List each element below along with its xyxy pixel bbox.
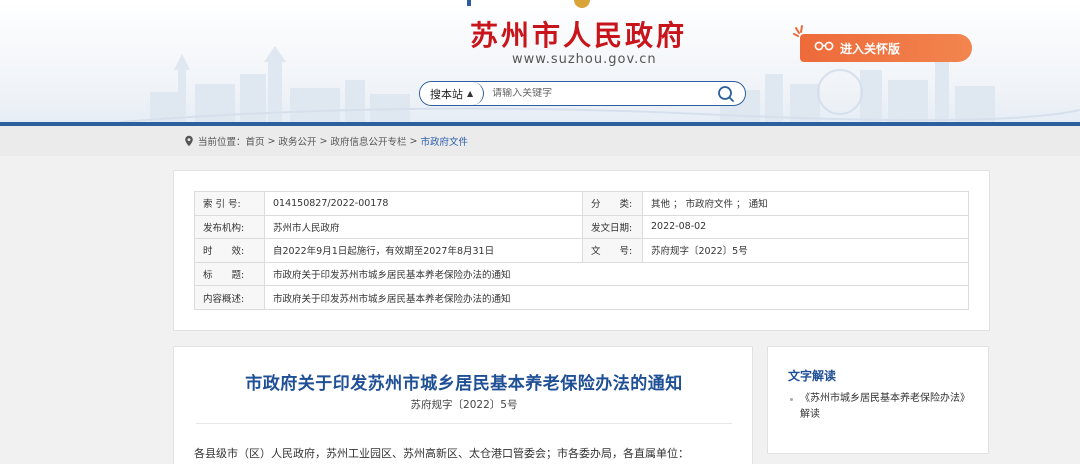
index-label: 索 引 号: xyxy=(194,191,265,216)
table-row: 内容概述: 市政府关于印发苏州市城乡居民基本养老保险办法的通知 xyxy=(194,285,969,310)
validity-label: 时 效: xyxy=(194,238,265,263)
interpretation-link[interactable]: 《苏州市城乡居民基本养老保险办法》解读 xyxy=(790,391,975,423)
breadcrumb-current[interactable]: 市政府文件 xyxy=(420,134,468,148)
title-value: 市政府关于印发苏州市城乡居民基本养老保险办法的通知 xyxy=(264,261,969,287)
breadcrumb-separator: > xyxy=(319,135,328,147)
metadata-table: 索 引 号: 014150827/2022-00178 分 类: 其他 ； 市政… xyxy=(194,191,969,310)
validity-value: 自2022年9月1日起施行，有效期至2027年8月31日 xyxy=(264,238,583,263)
breadcrumb-home[interactable]: 首页 xyxy=(246,134,265,148)
summary-label: 内容概述: xyxy=(194,285,265,310)
article-divider xyxy=(196,423,732,424)
category-value: 其他 ； 市政府文件 ； 通知 xyxy=(642,191,969,216)
publisher-label: 发布机构: xyxy=(194,214,265,240)
date-label: 发文日期: xyxy=(582,214,643,240)
glasses-icon xyxy=(814,40,834,56)
site-url: www.suzhou.gov.cn xyxy=(512,52,657,67)
article-doc-number: 苏府规字〔2022〕5号 xyxy=(410,399,518,411)
site-title: 苏州市人民政府 xyxy=(470,19,688,52)
location-pin-icon xyxy=(185,135,193,147)
interpretation-title: 文字解读 xyxy=(788,369,837,383)
summary-value: 市政府关于印发苏州市城乡居民基本养老保险办法的通知 xyxy=(264,285,969,310)
caret-up-icon: ▲ xyxy=(467,89,474,98)
title-label: 标 题: xyxy=(194,261,265,287)
article-card: 市政府关于印发苏州市城乡居民基本养老保险办法的通知 苏府规字〔2022〕5号 各… xyxy=(173,346,753,464)
breadcrumb-gov-affairs[interactable]: 政务公开 xyxy=(279,134,317,148)
doc-number-label: 文 号: xyxy=(582,238,643,263)
care-mode-button[interactable]: 进入关怀版 xyxy=(800,34,972,62)
breadcrumb-info-column[interactable]: 政府信息公开专栏 xyxy=(330,134,406,148)
emblem-fragment xyxy=(467,0,471,6)
breadcrumb-separator: > xyxy=(409,135,418,147)
site-header: 苏州市人民政府 www.suzhou.gov.cn 进入关怀版 搜本站 ▲ xyxy=(0,0,1080,122)
search-scope-dropdown[interactable]: 搜本站 ▲ xyxy=(420,82,485,105)
table-row: 标 题: 市政府关于印发苏州市城乡居民基本养老保险办法的通知 xyxy=(194,261,969,287)
table-row: 发布机构: 苏州市人民政府 发文日期: 2022-08-02 xyxy=(194,214,969,240)
search-icon[interactable] xyxy=(717,85,735,103)
category-label: 分 类: xyxy=(582,191,643,216)
article-body-first-line: 各县级市（区）人民政府，苏州工业园区、苏州高新区、太仓港口管委会；市各委办局，各… xyxy=(194,447,689,460)
doc-number-value: 苏府规字〔2022〕5号 xyxy=(642,238,969,263)
breadcrumb-separator: > xyxy=(267,135,276,147)
care-mode-label: 进入关怀版 xyxy=(840,41,901,56)
breadcrumb: 当前位置： 首页 > 政务公开 > 政府信息公开专栏 > 市政府文件 xyxy=(184,134,468,148)
search-scope-label: 搜本站 xyxy=(430,87,463,101)
breadcrumb-prefix: 当前位置： xyxy=(198,137,246,148)
document-metadata-panel: 索 引 号: 014150827/2022-00178 分 类: 其他 ； 市政… xyxy=(173,170,990,331)
table-row: 时 效: 自2022年9月1日起施行，有效期至2027年8月31日 文 号: 苏… xyxy=(194,238,969,263)
date-value: 2022-08-02 xyxy=(642,214,969,240)
interpretation-panel: 文字解读 《苏州市城乡居民基本养老保险办法》解读 xyxy=(767,346,989,454)
interpretation-list: 《苏州市城乡居民基本养老保险办法》解读 xyxy=(790,391,975,423)
table-row: 索 引 号: 014150827/2022-00178 分 类: 其他 ； 市政… xyxy=(194,191,969,216)
publisher-value: 苏州市人民政府 xyxy=(264,214,583,240)
search-input[interactable] xyxy=(484,88,717,99)
breadcrumb-row: 当前位置： 首页 > 政务公开 > 政府信息公开专栏 > 市政府文件 xyxy=(0,126,1080,156)
index-value: 014150827/2022-00178 xyxy=(264,191,583,216)
search-bar: 搜本站 ▲ xyxy=(419,81,746,106)
article-title: 市政府关于印发苏州市城乡居民基本养老保险办法的通知 xyxy=(245,374,683,394)
national-emblem xyxy=(574,0,590,8)
